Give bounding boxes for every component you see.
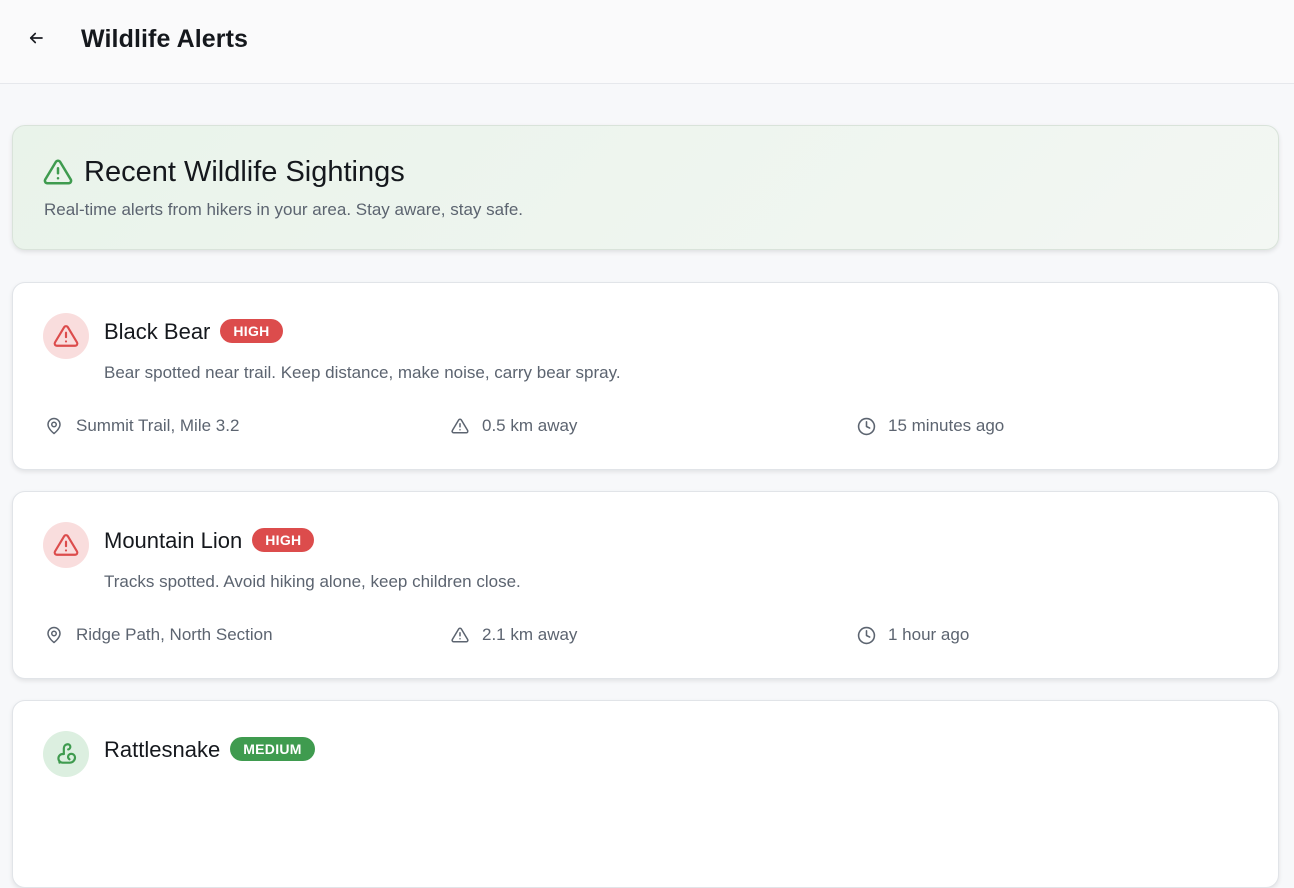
alert-distance: 2.1 km away xyxy=(451,625,577,645)
warning-triangle-icon xyxy=(451,416,471,436)
map-pin-icon xyxy=(45,625,65,645)
banner-subtitle: Real-time alerts from hikers in your are… xyxy=(44,200,524,219)
alert-time: 15 minutes ago xyxy=(857,416,1004,436)
animal-name: Mountain Lion xyxy=(104,528,243,553)
alert-title: Rattlesnake MEDIUM xyxy=(104,737,315,763)
alert-distance: 0.5 km away xyxy=(451,416,577,436)
clock-icon xyxy=(857,416,877,436)
alert-description: Bear spotted near trail. Keep distance, … xyxy=(104,363,621,382)
severity-icon-badge xyxy=(43,313,89,359)
alert-location: Summit Trail, Mile 3.2 xyxy=(45,416,239,436)
severity-icon-badge xyxy=(43,731,89,777)
alert-title: Mountain Lion HIGH xyxy=(104,528,315,554)
severity-badge: HIGH xyxy=(252,528,315,552)
arrow-left-icon xyxy=(29,32,43,44)
alert-card[interactable]: Mountain Lion HIGH Tracks spotted. Avoid … xyxy=(12,491,1279,679)
alert-time: 1 hour ago xyxy=(857,625,969,645)
top-bar: Wildlife Alerts xyxy=(0,0,1294,84)
time-text: 15 minutes ago xyxy=(888,416,1005,435)
warning-triangle-icon xyxy=(451,625,471,645)
animal-name: Rattlesnake xyxy=(104,737,221,762)
warning-triangle-icon xyxy=(43,159,73,185)
warning-triangle-icon xyxy=(53,325,79,347)
distance-text: 2.1 km away xyxy=(482,625,578,644)
banner-title: Recent Wildlife Sightings xyxy=(84,156,405,188)
severity-badge: MEDIUM xyxy=(230,737,315,761)
recent-sightings-banner: Recent Wildlife Sightings Real-time aler… xyxy=(12,125,1279,250)
map-pin-icon xyxy=(45,416,65,436)
alert-card[interactable]: Rattlesnake MEDIUM xyxy=(12,700,1279,888)
location-text: Ridge Path, North Section xyxy=(76,625,273,644)
alert-title: Black Bear HIGH xyxy=(104,319,283,345)
animal-name: Black Bear xyxy=(104,319,211,344)
page-title: Wildlife Alerts xyxy=(81,25,249,53)
clock-icon xyxy=(857,625,877,645)
warning-triangle-icon xyxy=(53,534,79,556)
alert-description: Tracks spotted. Avoid hiking alone, keep… xyxy=(104,572,521,591)
time-text: 1 hour ago xyxy=(888,625,970,644)
alert-card[interactable]: Black Bear HIGH Bear spotted near trail. … xyxy=(12,282,1279,470)
distance-text: 0.5 km away xyxy=(482,416,578,435)
severity-badge: HIGH xyxy=(220,319,283,343)
severity-icon-badge xyxy=(43,522,89,568)
alert-location: Ridge Path, North Section xyxy=(45,625,273,645)
back-button[interactable] xyxy=(24,26,48,50)
location-text: Summit Trail, Mile 3.2 xyxy=(76,416,240,435)
squirrel-icon xyxy=(57,743,77,764)
